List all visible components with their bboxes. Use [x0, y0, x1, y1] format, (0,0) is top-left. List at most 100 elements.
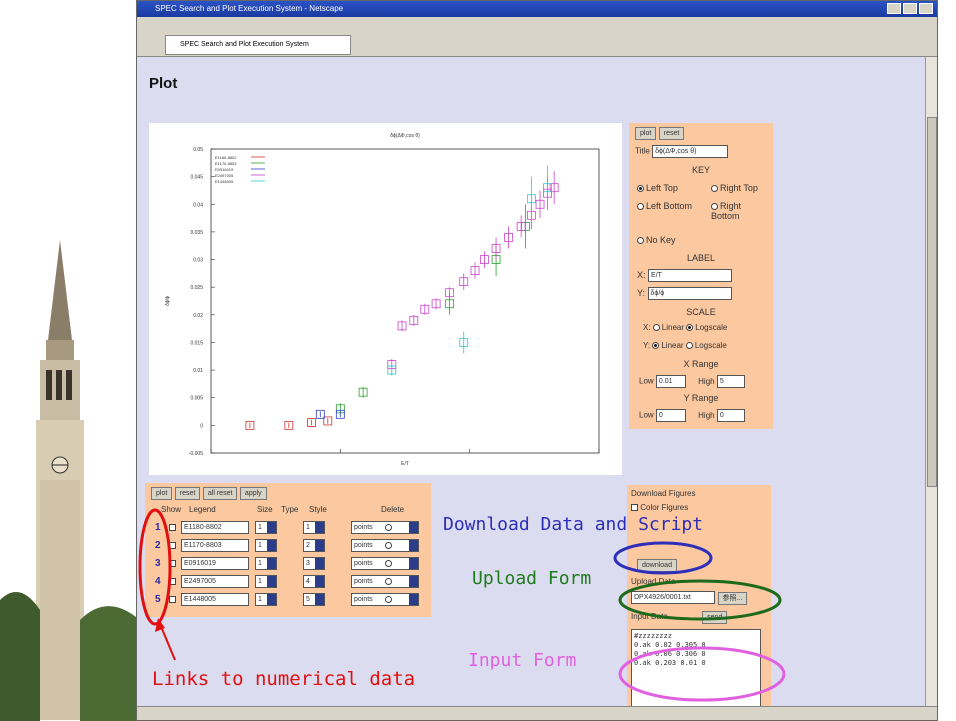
tab-label: SPEC Search and Plot Execution System: [180, 41, 309, 48]
y-label-input[interactable]: δϕ/ϕ: [647, 287, 732, 300]
legend-label: E0916019: [215, 167, 234, 172]
y-tick-label: 0.025: [190, 285, 203, 291]
show-checkbox[interactable]: [169, 560, 176, 567]
annotation-upload: Upload Form: [472, 568, 592, 589]
key-right-bottom-radio[interactable]: [711, 203, 718, 211]
size-select[interactable]: 1: [255, 539, 277, 552]
numerical-data-link[interactable]: 2: [155, 541, 165, 551]
input-data-textarea[interactable]: #zzzzzzzz 0.ak 0.02 0.305 0 0.ak 0.06 0.…: [631, 629, 761, 709]
x-label-input[interactable]: E/T: [648, 269, 733, 282]
numerical-data-link[interactable]: 1: [155, 523, 165, 533]
annotation-download: Download Data and Script: [443, 514, 704, 535]
close-button[interactable]: [919, 3, 933, 14]
label-header: LABEL: [686, 253, 716, 263]
size-select[interactable]: 1: [255, 521, 277, 534]
scale-x-linear-radio[interactable]: [652, 324, 660, 332]
size-select[interactable]: 1: [255, 575, 277, 588]
key-option-label: Left Bottom: [646, 201, 693, 211]
xrange-header: X Range: [683, 359, 719, 369]
series-row: 5 E1448005 1 5 points: [145, 593, 431, 609]
x-high-input[interactable]: 5: [716, 375, 745, 388]
series-row: 3 E0916019 1 3 points: [145, 557, 431, 573]
scale-x-log-radio[interactable]: [686, 324, 694, 332]
y-tick-label: 0.02: [193, 313, 203, 319]
plot-controls-panel: plot reset Title δϕ(ΔΦ,cos θ) KEY Left T…: [629, 123, 773, 429]
type-select[interactable]: 1: [303, 521, 325, 534]
scale-y-log-radio[interactable]: [685, 342, 693, 350]
show-checkbox[interactable]: [169, 542, 176, 549]
upload-header: Upload Data: [631, 577, 676, 586]
x-low-input[interactable]: 0.01: [655, 375, 686, 388]
tab-bar: SPEC Search and Plot Execution System: [137, 17, 937, 57]
key-option-label: Right Top: [720, 183, 758, 193]
legend-label: E1180-8802: [215, 155, 237, 160]
delete-radio[interactable]: [385, 596, 392, 603]
window-title: SPEC Search and Plot Execution System - …: [155, 4, 344, 13]
show-checkbox[interactable]: [169, 596, 176, 603]
header-style: Style: [309, 505, 327, 514]
browser-tab[interactable]: SPEC Search and Plot Execution System: [165, 35, 351, 55]
size-select[interactable]: 1: [255, 593, 277, 606]
scrollbar-thumb[interactable]: [927, 117, 937, 487]
maximize-button[interactable]: [903, 3, 917, 14]
delete-radio[interactable]: [385, 524, 392, 531]
series-plot-button[interactable]: plot: [151, 487, 173, 500]
series-row: 2 E1170-8803 1 2 points: [145, 539, 431, 555]
scale-y-linear-radio[interactable]: [652, 342, 660, 350]
low-label: Low: [639, 410, 654, 420]
y-high-input[interactable]: 0: [716, 409, 745, 422]
type-select[interactable]: 3: [303, 557, 325, 570]
header-show: Show: [161, 505, 182, 514]
legend-input[interactable]: E0916019: [181, 557, 249, 570]
color-figures-checkbox[interactable]: [631, 504, 638, 512]
title-label: Title: [635, 146, 650, 156]
series-all-reset-button[interactable]: all reset: [202, 487, 238, 500]
browse-button[interactable]: 参照...: [717, 591, 748, 605]
scale-y-label: Y:: [643, 341, 651, 350]
send-button[interactable]: send: [702, 611, 728, 624]
y-tick-label: -0.005: [189, 451, 203, 457]
key-option-label: No Key: [646, 235, 676, 245]
y-tick-label: 0.035: [190, 230, 203, 236]
y-tick-label: 0: [200, 423, 203, 429]
scale-log-label: Logscale: [694, 341, 727, 350]
key-left-top-radio[interactable]: [637, 185, 644, 193]
vertical-scrollbar[interactable]: [925, 57, 937, 707]
type-select[interactable]: 4: [303, 575, 325, 588]
type-select[interactable]: 2: [303, 539, 325, 552]
y-tick-label: 0.015: [190, 340, 203, 346]
reset-button[interactable]: reset: [658, 127, 685, 140]
legend-input[interactable]: E1170-8803: [181, 539, 249, 552]
high-label: High: [698, 410, 715, 420]
size-select[interactable]: 1: [255, 557, 277, 570]
show-checkbox[interactable]: [169, 524, 176, 531]
high-label: High: [698, 376, 715, 386]
show-checkbox[interactable]: [169, 578, 176, 585]
sather-tower-photo: [0, 180, 145, 721]
key-right-top-radio[interactable]: [711, 185, 718, 193]
key-no-key-radio[interactable]: [637, 237, 644, 245]
scale-linear-label: Linear: [661, 323, 685, 332]
series-reset-button[interactable]: reset: [174, 487, 201, 500]
legend-input[interactable]: E1448005: [181, 593, 249, 606]
plot-button[interactable]: plot: [635, 127, 657, 140]
plot-image: -0.005 0 0.005 0.01 0.015 0.02 0.025 0.03 0.035 0…: [149, 123, 622, 475]
numerical-data-link[interactable]: 4: [155, 577, 165, 587]
y-tick-label: 0.03: [193, 258, 203, 264]
download-button[interactable]: download: [637, 559, 677, 572]
type-select[interactable]: 5: [303, 593, 325, 606]
numerical-data-link[interactable]: 5: [155, 595, 165, 605]
numerical-data-link[interactable]: 3: [155, 559, 165, 569]
title-input[interactable]: δϕ(ΔΦ,cos θ): [652, 145, 729, 158]
delete-radio[interactable]: [385, 578, 392, 585]
key-left-bottom-radio[interactable]: [637, 203, 644, 211]
delete-radio[interactable]: [385, 542, 392, 549]
upload-file-input[interactable]: DPX4926/0001.txt: [631, 591, 715, 604]
legend-input[interactable]: E1180-8802: [181, 521, 249, 534]
delete-radio[interactable]: [385, 560, 392, 567]
legend-input[interactable]: E2497005: [181, 575, 249, 588]
y-low-input[interactable]: 0: [655, 409, 686, 422]
minimize-button[interactable]: [887, 3, 901, 14]
series-table-panel: plot reset all reset apply Show Legend S…: [145, 483, 431, 617]
series-apply-button[interactable]: apply: [239, 487, 267, 500]
